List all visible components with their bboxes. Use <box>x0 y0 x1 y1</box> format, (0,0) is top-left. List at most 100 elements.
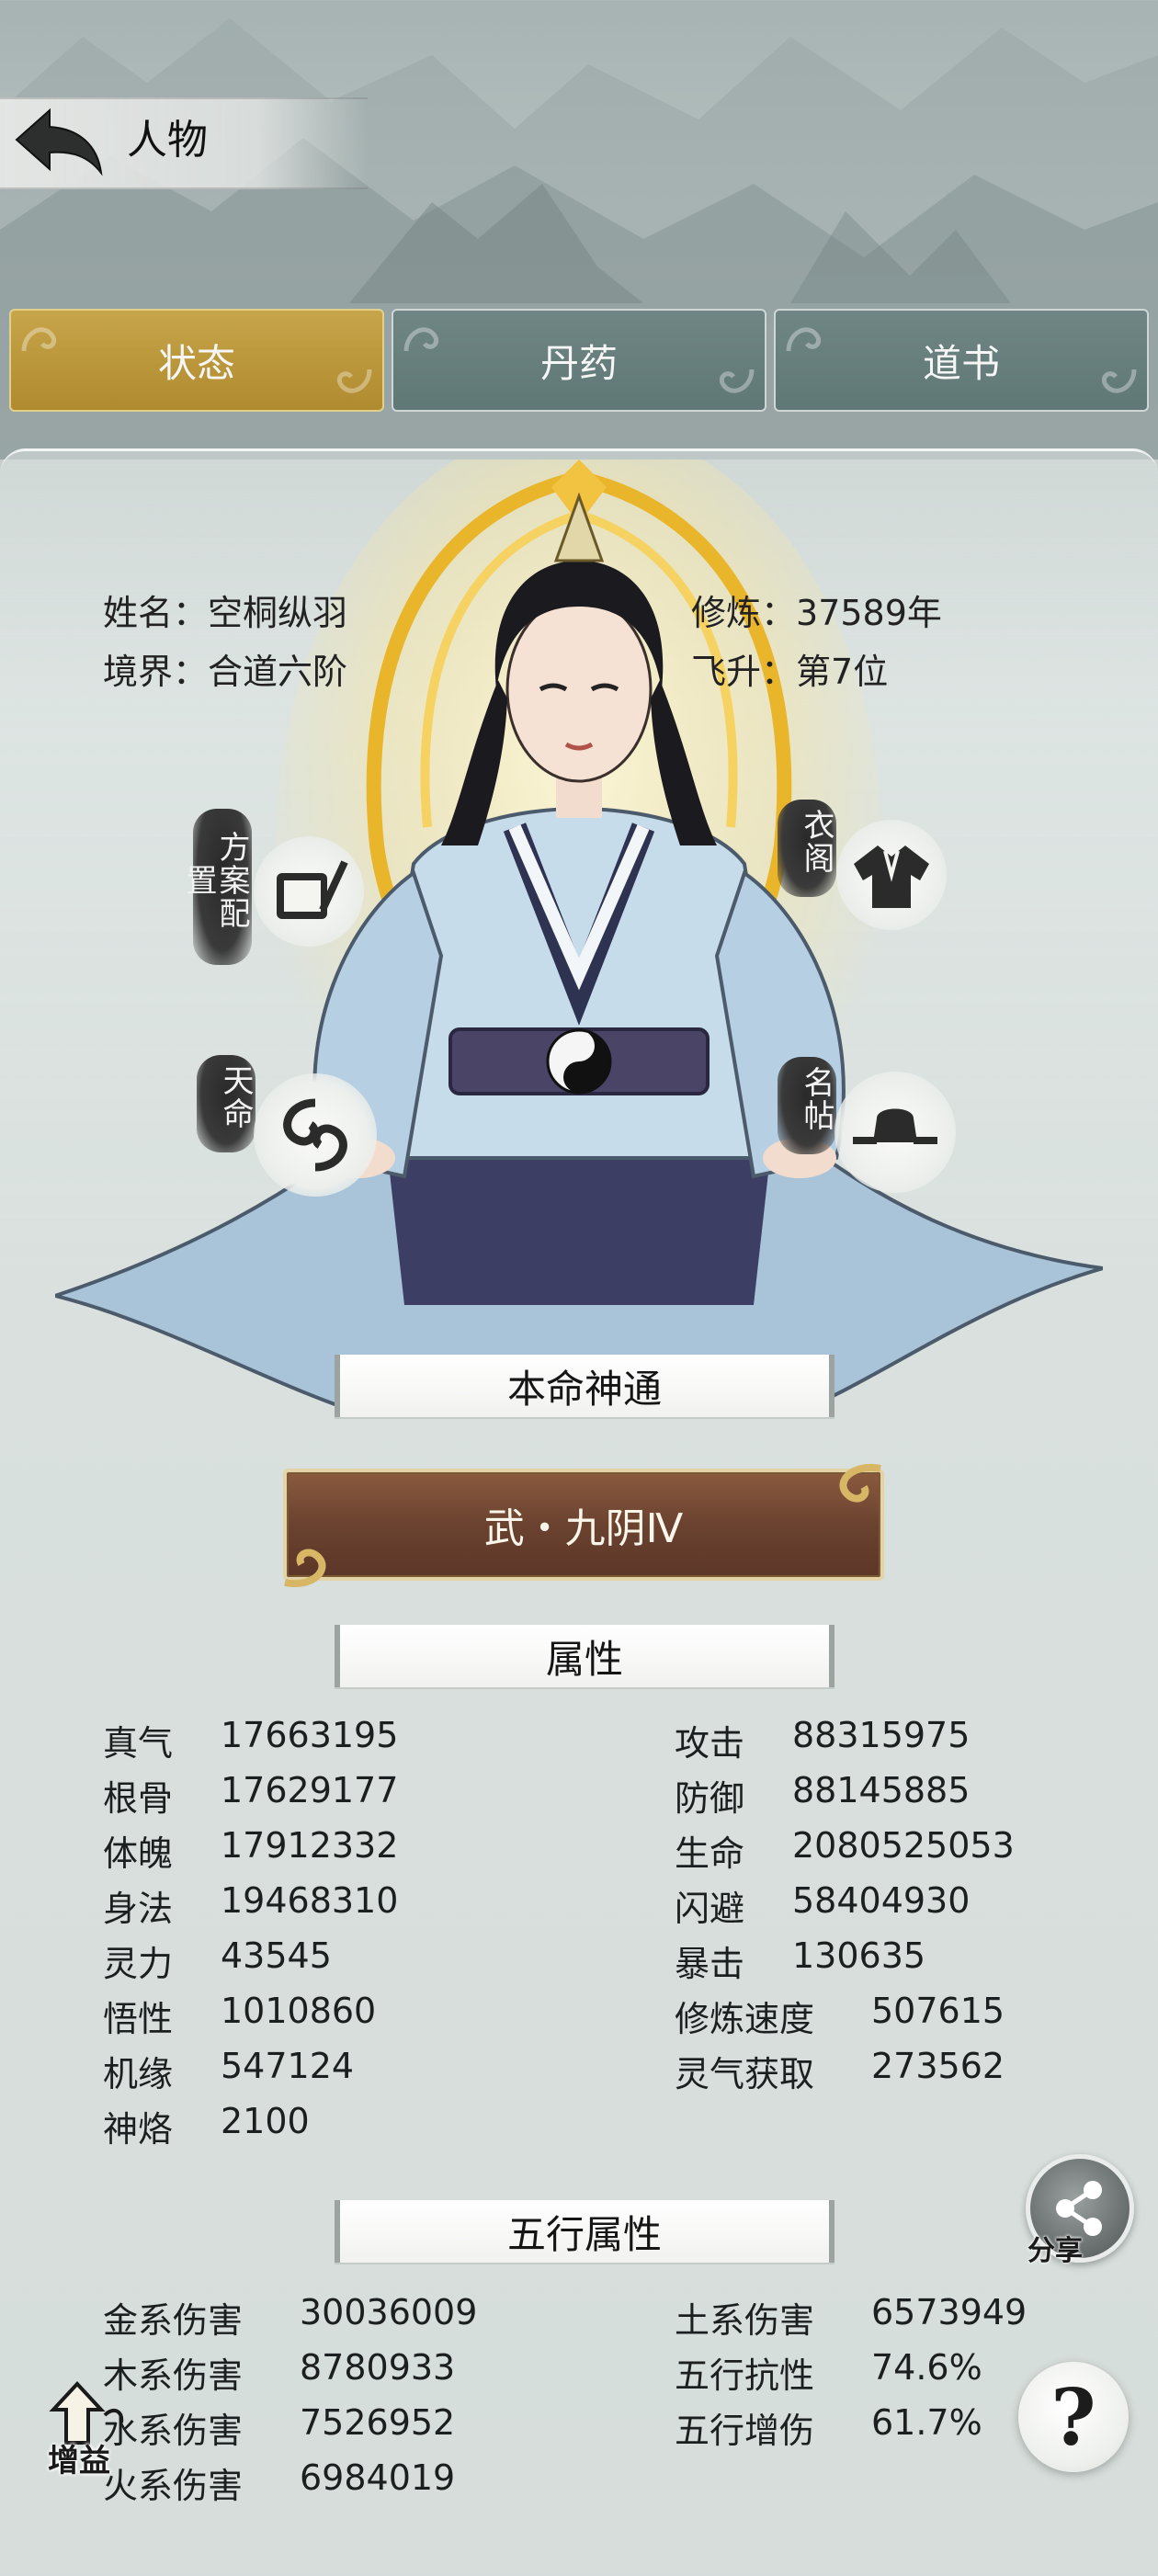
stat-label: 悟性 <box>103 1999 174 2039</box>
innate-skill-name: 武・九阴Ⅳ <box>483 1505 684 1552</box>
stat-row: 五行抗性 74.6% <box>675 2347 982 2398</box>
scroll-brush-icon <box>254 836 364 947</box>
character-name: 空桐纵羽 <box>208 593 348 633</box>
stat-row: 体魄 17912332 <box>103 1825 398 1876</box>
stat-value: 61.7% <box>871 2402 982 2443</box>
stat-label: 身法 <box>103 1889 174 1929</box>
stat-row: 灵力 43545 <box>103 1935 332 1986</box>
stat-value: 30036009 <box>300 2292 478 2332</box>
name-card-button[interactable]: 名帖 <box>778 1057 961 1213</box>
share-label: 分享 <box>1027 2235 1083 2267</box>
stat-row: 五行增伤 61.7% <box>675 2402 982 2453</box>
plan-config-label: 方案配置 <box>180 809 252 965</box>
tab-pills-label: 丹药 <box>539 340 618 386</box>
stat-row: 修炼速度 507615 <box>675 1991 1005 2041</box>
plan-config-button[interactable]: 方案配置 <box>180 809 368 965</box>
stat-value: 273562 <box>871 2046 1005 2086</box>
stat-label: 闪避 <box>675 1889 745 1929</box>
wardrobe-label: 衣阁 <box>778 800 836 897</box>
stat-value: 130635 <box>792 1935 926 1976</box>
cultivation-row: 修炼：37589年 <box>691 584 942 635</box>
stat-row: 防御 88145885 <box>675 1770 970 1821</box>
stat-label: 金系伤害 <box>103 2300 244 2341</box>
tab-pills[interactable]: 丹药 <box>392 309 766 412</box>
tab-daoshu[interactable]: 道书 <box>774 309 1149 412</box>
tab-daoshu-label: 道书 <box>922 340 1000 386</box>
fate-button[interactable]: 天命 <box>197 1055 380 1211</box>
ascension-row: 飞升：第7位 <box>691 643 888 694</box>
five-elements-title: 五行属性 <box>335 2200 834 2263</box>
stat-label: 真气 <box>103 1723 174 1764</box>
stat-row: 闪避 58404930 <box>675 1880 970 1931</box>
stat-row: 机缘 547124 <box>103 2046 354 2096</box>
realm-row: 境界：合道六阶 <box>103 643 347 694</box>
stat-value: 8780933 <box>300 2347 456 2388</box>
page-title: 人物 <box>127 117 208 164</box>
stat-value: 88145885 <box>792 1770 971 1810</box>
stat-row: 悟性 1010860 <box>103 1991 376 2041</box>
cloud-swirl-icon <box>719 369 755 393</box>
innate-skill-button[interactable]: 武・九阴Ⅳ <box>283 1463 884 1588</box>
stat-value: 6573949 <box>871 2292 1027 2332</box>
stat-label: 五行增伤 <box>675 2411 815 2451</box>
stat-row: 生命 2080525053 <box>675 1825 1015 1876</box>
cloud-swirl-icon <box>336 369 372 393</box>
cloud-corner-icon <box>284 1549 326 1588</box>
stat-value: 17912332 <box>221 1825 399 1866</box>
fate-label: 天命 <box>197 1055 255 1152</box>
robe-icon <box>836 820 947 930</box>
cloud-swirl-icon <box>403 327 439 352</box>
stat-value: 43545 <box>221 1935 332 1976</box>
name-row: 姓名：空桐纵羽 <box>103 584 347 635</box>
stat-label: 土系伤害 <box>675 2300 815 2341</box>
stat-label: 神烙 <box>103 2109 174 2150</box>
back-arrow-icon <box>15 108 103 176</box>
stat-value: 1010860 <box>221 1991 377 2031</box>
stat-row: 神烙 2100 <box>103 2101 310 2151</box>
stat-label: 生命 <box>675 1833 745 1874</box>
stat-value: 507615 <box>871 1991 1005 2031</box>
stat-label: 灵力 <box>103 1944 174 1984</box>
stat-value: 6984019 <box>300 2457 456 2498</box>
ascension-value: 第7位 <box>796 652 889 692</box>
stat-label: 根骨 <box>103 1778 174 1819</box>
stat-value: 2080525053 <box>792 1825 1015 1866</box>
name-label: 姓名： <box>103 593 209 633</box>
stat-label: 暴击 <box>675 1944 745 1984</box>
stat-row: 真气 17663195 <box>103 1715 398 1765</box>
stat-row: 攻击 88315975 <box>675 1715 970 1765</box>
stat-row: 灵气获取 273562 <box>675 2046 1005 2096</box>
realm-value: 合道六阶 <box>208 652 348 692</box>
cultivation-label: 修炼： <box>691 593 797 633</box>
help-button[interactable]: ? <box>1018 2362 1129 2472</box>
stat-label: 修炼速度 <box>675 1999 815 2039</box>
swirl-emblem-icon <box>254 1073 377 1197</box>
cloud-corner-icon <box>839 1463 881 1503</box>
tab-status[interactable]: 状态 <box>9 309 384 412</box>
stat-row: 身法 19468310 <box>103 1880 398 1931</box>
official-hat-icon <box>834 1072 956 1193</box>
stat-label: 体魄 <box>103 1833 174 1874</box>
stat-value: 88315975 <box>792 1715 971 1755</box>
stat-value: 2100 <box>221 2101 310 2141</box>
stat-row: 土系伤害 6573949 <box>675 2292 1027 2343</box>
help-icon: ? <box>1050 2371 1096 2463</box>
stat-label: 机缘 <box>103 2054 174 2094</box>
stat-value: 7526952 <box>300 2402 456 2443</box>
attributes-title: 属性 <box>335 1625 834 1687</box>
stat-label: 防御 <box>675 1778 745 1819</box>
stat-label: 攻击 <box>675 1723 745 1764</box>
innate-skill-title: 本命神通 <box>335 1355 834 1417</box>
wardrobe-button[interactable]: 衣阁 <box>778 800 952 956</box>
stat-row: 金系伤害 30036009 <box>103 2292 477 2343</box>
stat-value: 19468310 <box>221 1880 399 1921</box>
tab-bar: 状态 丹药 道书 <box>9 309 1149 412</box>
stat-value: 17629177 <box>221 1770 399 1810</box>
name-card-label: 名帖 <box>778 1057 836 1154</box>
stat-value: 547124 <box>221 2046 355 2086</box>
realm-label: 境界： <box>103 652 209 692</box>
stat-row: 根骨 17629177 <box>103 1770 398 1821</box>
stat-value: 74.6% <box>871 2347 982 2388</box>
back-button[interactable] <box>11 103 107 180</box>
cultivation-value: 37589年 <box>796 593 942 633</box>
